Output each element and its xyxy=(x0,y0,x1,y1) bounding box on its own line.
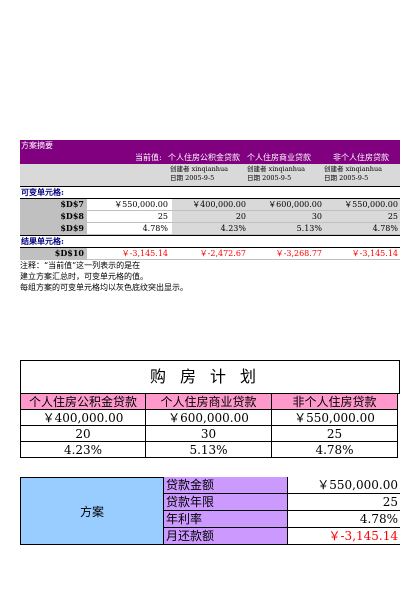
current-values-header: 当前值: xyxy=(135,153,162,162)
scheme-value[interactable]: ￥550,000.00 xyxy=(288,477,400,494)
scheme-row[interactable]: 月还款额 ￥-3,145.14 xyxy=(164,528,400,545)
value-cell[interactable]: ￥600,000.00 xyxy=(248,199,324,210)
value-cell[interactable]: 20 xyxy=(172,211,248,222)
scenario-summary: 方案摘要 当前值: 个人住房公积金贷款 个人住房商业贷款 非个人住房贷款 创建者… xyxy=(20,140,400,293)
years-cell[interactable]: 30 xyxy=(146,426,272,442)
plan-header-row: 个人住房公积金贷款 个人住房商业贷款 非个人住房贷款 xyxy=(20,394,400,410)
value-cell[interactable]: 25 xyxy=(324,211,400,222)
value-cell[interactable]: ￥550,000.00 xyxy=(324,199,400,210)
scheme-row[interactable]: 贷款年限 25 xyxy=(164,494,400,511)
amount-cell[interactable]: ￥400,000.00 xyxy=(20,410,146,426)
table-row[interactable]: $D$8 25 20 30 25 xyxy=(20,211,400,223)
table-row[interactable]: $D$9 4.78% 4.23% 5.13% 4.78% xyxy=(20,223,400,235)
creator-text: 创建者 xinqianhua xyxy=(247,165,306,173)
summary-header-row: 当前值: 个人住房公积金贷款 个人住房商业贷款 非个人住房贷款 xyxy=(20,152,400,164)
date-text: 日期 2005-9-5 xyxy=(324,174,369,182)
plan-header: 个人住房商业贷款 xyxy=(146,394,272,410)
result-cell[interactable]: ￥-3,145.14 xyxy=(324,248,400,259)
cell-ref: $D$8 xyxy=(20,211,87,222)
scheme-row[interactable]: 年利率 4.78% xyxy=(164,511,400,528)
creator-text: 创建者 xinqianhua xyxy=(324,165,383,173)
value-cell[interactable]: 4.78% xyxy=(94,223,170,234)
scheme-value[interactable]: ￥-3,145.14 xyxy=(288,528,400,545)
years-cell[interactable]: 25 xyxy=(272,426,398,442)
scheme-value[interactable]: 25 xyxy=(288,494,400,511)
date-text: 日期 2005-9-5 xyxy=(247,174,292,182)
value-cell[interactable]: 5.13% xyxy=(248,223,324,234)
plan-title: 购房计划 xyxy=(20,360,400,394)
column-header: 非个人住房贷款 xyxy=(333,153,389,162)
column-header: 个人住房商业贷款 xyxy=(247,153,311,162)
result-cell[interactable]: ￥-2,472.67 xyxy=(172,248,248,259)
rate-cell[interactable]: 5.13% xyxy=(146,442,272,458)
value-cell[interactable]: 25 xyxy=(94,211,170,222)
scheme-key: 月还款额 xyxy=(164,528,288,545)
scheme-block: 方案 贷款金额 ￥550,000.00 贷款年限 25 年利率 4.78% 月还… xyxy=(20,477,400,545)
scheme-key: 贷款年限 xyxy=(164,494,288,511)
plan-header: 非个人住房贷款 xyxy=(272,394,398,410)
purchase-plan: 购房计划 个人住房公积金贷款 个人住房商业贷款 非个人住房贷款 ￥400,000… xyxy=(20,360,400,458)
plan-header: 个人住房公积金贷款 xyxy=(20,394,146,410)
scheme-row[interactable]: 贷款金额 ￥550,000.00 xyxy=(164,477,400,494)
amount-cell[interactable]: ￥600,000.00 xyxy=(146,410,272,426)
result-cell[interactable]: ￥-3,268.77 xyxy=(248,248,324,259)
column-header: 个人住房公积金贷款 xyxy=(168,153,240,162)
scheme-value[interactable]: 4.78% xyxy=(288,511,400,528)
creator-row: 创建者 xinqianhua 日期 2005-9-5 创建者 xinqianhu… xyxy=(20,164,400,186)
note-line: 每组方案的可变单元格均以灰色底纹突出显示。 xyxy=(20,283,188,292)
cell-ref: $D$10 xyxy=(20,248,87,259)
scheme-key: 年利率 xyxy=(164,511,288,528)
plan-rate-row[interactable]: 4.23% 5.13% 4.78% xyxy=(20,442,400,458)
rate-cell[interactable]: 4.23% xyxy=(20,442,146,458)
value-cell[interactable]: 4.78% xyxy=(324,223,400,234)
cell-ref: $D$9 xyxy=(20,223,87,234)
plan-years-row[interactable]: 20 30 25 xyxy=(20,426,400,442)
scheme-key: 贷款金额 xyxy=(164,477,288,494)
amount-cell[interactable]: ￥550,000.00 xyxy=(272,410,398,426)
result-cells-label: 结果单元格: xyxy=(20,235,400,248)
value-cell[interactable]: ￥550,000.00 xyxy=(94,199,170,210)
variable-cells-label: 可变单元格: xyxy=(20,186,400,199)
result-cell[interactable]: ￥-3,145.14 xyxy=(94,248,170,259)
creator-text: 创建者 xinqianhua xyxy=(170,165,229,173)
rate-cell[interactable]: 4.78% xyxy=(272,442,398,458)
value-cell[interactable]: 4.23% xyxy=(172,223,248,234)
scheme-label: 方案 xyxy=(20,477,164,545)
plan-amount-row[interactable]: ￥400,000.00 ￥600,000.00 ￥550,000.00 xyxy=(20,410,400,426)
result-row[interactable]: $D$10 ￥-3,145.14 ￥-2,472.67 ￥-3,268.77 ￥… xyxy=(20,248,400,260)
years-cell[interactable]: 20 xyxy=(20,426,146,442)
note-line: 注释：“当前值”这一列表示的是在 xyxy=(20,261,141,270)
summary-title: 方案摘要 xyxy=(20,140,400,152)
value-cell[interactable]: ￥400,000.00 xyxy=(172,199,248,210)
value-cell[interactable]: 30 xyxy=(248,211,324,222)
note-line: 建立方案汇总时，可变单元格的值。 xyxy=(20,272,148,281)
table-row[interactable]: $D$7 ￥550,000.00 ￥400,000.00 ￥600,000.00… xyxy=(20,199,400,211)
date-text: 日期 2005-9-5 xyxy=(170,174,215,182)
cell-ref: $D$7 xyxy=(20,199,87,210)
